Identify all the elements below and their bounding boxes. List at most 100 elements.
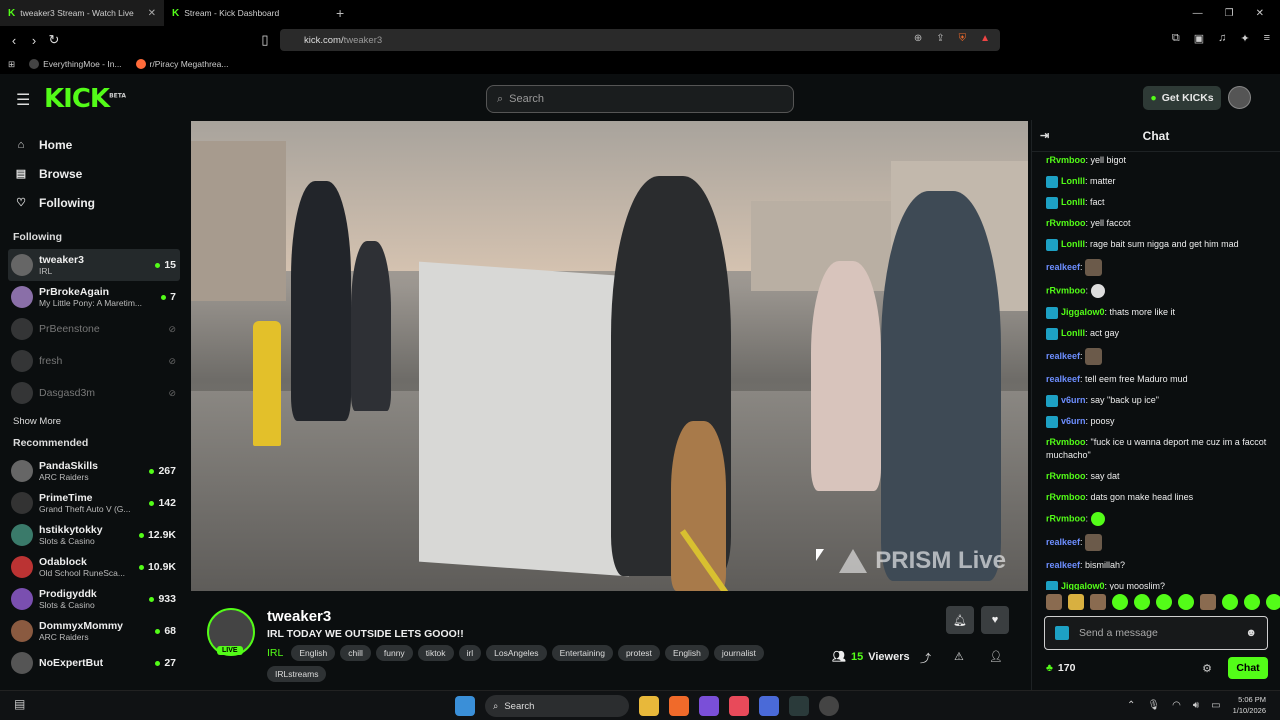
music-icon[interactable]: ♫ (1218, 32, 1226, 45)
system-clock[interactable]: 5:06 PM 1/10/2026 (1233, 694, 1266, 716)
chat-username[interactable]: rRvmboo (1046, 492, 1086, 502)
add-user-icon[interactable]: 👤︎ (989, 650, 1003, 663)
wifi-icon[interactable]: ◠ (1172, 700, 1181, 711)
emote-icon[interactable] (1266, 594, 1280, 610)
shield-icon[interactable]: ⛨ (959, 33, 967, 44)
sidebar-channel-recommended[interactable]: DommyxMommy ARC Raiders 68 (0, 615, 188, 647)
nav-following[interactable]: ♡ Following (14, 188, 174, 217)
follow-heart-button[interactable]: ♥ (981, 606, 1009, 634)
tag[interactable]: journalist (713, 645, 764, 661)
emoji-picker-icon[interactable]: ☻ (1245, 627, 1257, 639)
bookmark-item[interactable]: EverythingMoe - In... (29, 59, 122, 69)
volume-icon[interactable]: 🔊︎ (1193, 700, 1199, 711)
sidebar-channel-prbeenstone[interactable]: PrBeenstone ⊘ (0, 313, 188, 345)
chat-username[interactable]: rRvmboo (1046, 155, 1086, 165)
file-explorer-icon[interactable] (639, 696, 659, 716)
emote-icon[interactable] (1222, 594, 1238, 610)
chat-username[interactable]: Jiggalow0 (1061, 581, 1105, 590)
emote-icon[interactable] (1068, 594, 1084, 610)
chat-username[interactable]: Lonlll (1061, 328, 1085, 338)
emote-icon[interactable] (1134, 594, 1150, 610)
new-tab-icon[interactable]: + (336, 5, 344, 21)
report-icon[interactable]: ⚠ (954, 650, 964, 663)
tag[interactable]: irl (458, 645, 482, 661)
chat-settings-icon[interactable]: ⚙ (1202, 662, 1212, 675)
send-chat-button[interactable]: Chat (1228, 657, 1268, 679)
share-icon[interactable]: ⇪ (936, 33, 944, 44)
chat-username[interactable]: rRvmboo (1046, 471, 1086, 481)
sidebar-channel-prbrokeagain[interactable]: PrBrokeAgain My Little Pony: A Maretim...… (0, 281, 188, 313)
close-window-icon[interactable]: ✕ (1256, 8, 1264, 19)
sidebar-icon[interactable]: ▣ (1194, 32, 1204, 45)
chat-username[interactable]: Lonlll (1061, 176, 1085, 186)
show-more-button[interactable]: Show More (0, 409, 188, 433)
chat-username[interactable]: rRvmboo (1046, 437, 1086, 447)
bookmark-item[interactable]: r/Piracy Megathrea... (135, 59, 228, 69)
chat-username[interactable]: realkeef (1046, 560, 1080, 570)
collapse-chat-icon[interactable]: ⇥ (1040, 129, 1049, 142)
battery-icon[interactable]: ▭ (1211, 700, 1220, 711)
browser-tab[interactable]: K Stream - Kick Dashboard (164, 0, 328, 26)
chat-message-input[interactable]: Send a message ☻ (1044, 616, 1268, 650)
chat-username[interactable]: Lonlll (1061, 239, 1085, 249)
tag[interactable]: Entertaining (551, 645, 613, 661)
emote-icon[interactable] (1156, 594, 1172, 610)
hamburger-menu-icon[interactable]: ☰ (16, 90, 30, 110)
extension-icon[interactable]: ✦ (1240, 32, 1249, 45)
app-icon[interactable] (699, 696, 719, 716)
start-icon[interactable] (455, 696, 475, 716)
emote-icon[interactable] (1046, 594, 1062, 610)
chat-username[interactable]: realkeef (1046, 262, 1080, 272)
extensions-icon[interactable]: ⧉ (1172, 32, 1180, 45)
chat-username[interactable]: v6urn (1061, 395, 1086, 405)
tag[interactable]: funny (375, 645, 413, 661)
get-kicks-button[interactable]: ● Get KICKs (1143, 86, 1221, 110)
maximize-icon[interactable]: ❐ (1225, 8, 1234, 19)
video-player[interactable]: PRISM Live (191, 121, 1028, 591)
reload-icon[interactable]: ↻ (44, 32, 64, 48)
zoom-icon[interactable]: ⊕ (914, 33, 922, 44)
emote-icon[interactable] (1200, 594, 1216, 610)
chat-username[interactable]: rRvmboo (1046, 218, 1086, 228)
tag[interactable]: protest (617, 645, 660, 661)
emote-icon[interactable] (1178, 594, 1194, 610)
back-icon[interactable]: ‹ (4, 33, 24, 48)
widgets-icon[interactable]: ▤ (14, 697, 25, 711)
notification-bell-button[interactable]: 🔔︎ (946, 606, 974, 634)
menu-icon[interactable]: ≡ (1264, 32, 1270, 45)
browser-tab-active[interactable]: K tweaker3 Stream - Watch Live ✕ (0, 0, 164, 26)
music-app-icon[interactable] (729, 696, 749, 716)
sidebar-channel-dasgasd3m[interactable]: Dasgasd3m ⊘ (0, 377, 188, 409)
brave-browser-icon[interactable] (669, 696, 689, 716)
stream-category[interactable]: IRL (267, 647, 283, 659)
forward-icon[interactable]: › (24, 33, 44, 48)
url-input[interactable]: kick.com/tweaker3 ⊕ ⇪ ⛨ ▲ (280, 29, 1000, 51)
chat-username[interactable]: Lonlll (1061, 197, 1085, 207)
tag[interactable]: LosAngeles (486, 645, 547, 661)
app-icon[interactable] (759, 696, 779, 716)
tag[interactable]: English (291, 645, 336, 661)
taskbar-search[interactable]: ⌕ Search (485, 695, 629, 717)
chat-username[interactable]: realkeef (1046, 374, 1080, 384)
chat-username[interactable]: rRvmboo (1046, 513, 1086, 523)
sidebar-channel-fresh[interactable]: fresh ⊘ (0, 345, 188, 377)
chat-username[interactable]: realkeef (1046, 351, 1080, 361)
tag[interactable]: English (664, 645, 709, 661)
kick-logo[interactable]: KICKBETA (44, 84, 126, 114)
emote-icon[interactable] (1244, 594, 1260, 610)
chat-username[interactable]: rRvmboo (1046, 285, 1086, 295)
sidebar-channel-recommended[interactable]: PandaSkills ARC Raiders 267 (0, 455, 188, 487)
bookmark-icon[interactable]: ▯ (255, 32, 275, 48)
sidebar-channel-recommended[interactable]: NoExpertBut 27 (0, 647, 188, 679)
chat-username[interactable]: Jiggalow0 (1061, 307, 1105, 317)
sidebar-channel-recommended[interactable]: hstikkytokky Slots & Casino 12.9K (0, 519, 188, 551)
tag[interactable]: tiktok (417, 645, 454, 661)
sidebar-channel-recommended[interactable]: PrimeTime Grand Theft Auto V (G... 142 (0, 487, 188, 519)
nav-home[interactable]: ⌂ Home (14, 130, 174, 159)
chat-username[interactable]: v6urn (1061, 416, 1086, 426)
sidebar-channel-tweaker3[interactable]: tweaker3 IRL 15 (8, 249, 180, 281)
chat-messages[interactable]: rRvmboo: yell bigot Lonlll: matter Lonlll:… (1032, 150, 1278, 590)
share-icon[interactable]: ⤴ (920, 650, 931, 666)
channel-name[interactable]: tweaker3 (267, 608, 331, 625)
apps-grid-icon[interactable]: ⊞ (8, 59, 15, 70)
